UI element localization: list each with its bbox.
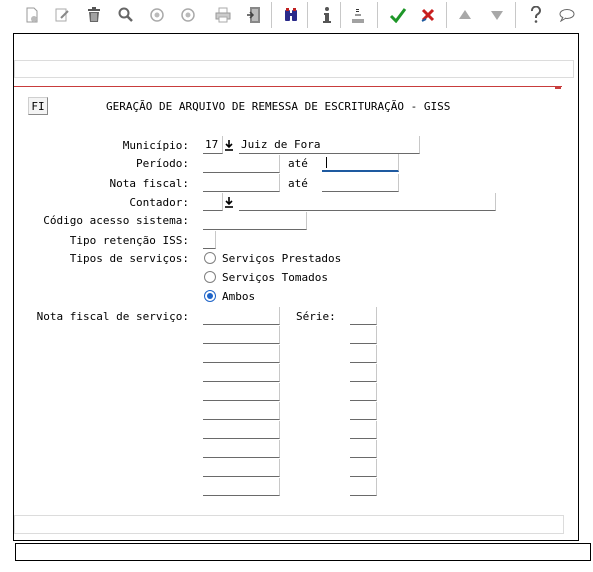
new-document-icon[interactable] [22, 5, 42, 25]
comment-bubble-icon[interactable] [557, 5, 577, 25]
status-bar [15, 543, 591, 561]
search-icon[interactable] [116, 5, 136, 25]
periodo-label: Período: [136, 157, 189, 170]
header-separator [14, 86, 562, 87]
serie-field[interactable] [350, 326, 377, 344]
previous-circle-icon[interactable] [147, 5, 167, 25]
exit-door-icon[interactable] [244, 5, 264, 25]
periodo-ate-label: até [288, 157, 308, 170]
contador-dropdown-icon[interactable] [224, 196, 234, 208]
serie-field[interactable] [350, 307, 377, 325]
serie-field[interactable] [350, 345, 377, 363]
bottom-bar [14, 515, 564, 534]
nota-fiscal-servico-field[interactable] [203, 478, 280, 496]
nota-fiscal-servico-field[interactable] [203, 440, 280, 458]
printer-icon[interactable] [213, 5, 233, 25]
nota-fiscal-from-field[interactable] [203, 174, 280, 192]
nota-fiscal-servico-field[interactable] [203, 307, 280, 325]
nota-fiscal-servico-field[interactable] [203, 402, 280, 420]
info-icon[interactable] [317, 5, 337, 25]
page-title: GERAÇÃO DE ARQUIVO DE REMESSA DE ESCRITU… [106, 100, 451, 113]
servicos-prestados-label: Serviços Prestados [222, 252, 342, 265]
municipio-label: Município: [122, 139, 189, 152]
toolbar-separator [446, 2, 447, 28]
tipos-servicos-label: Tipos de serviços: [69, 252, 189, 265]
municipio-dropdown-icon[interactable] [224, 139, 234, 151]
toolbar [0, 0, 593, 30]
toolbar-separator [377, 2, 378, 28]
toolbar-separator [307, 2, 308, 28]
radio-ambos[interactable] [204, 290, 216, 302]
serie-field[interactable] [350, 421, 377, 439]
nota-fiscal-servico-field[interactable] [203, 459, 280, 477]
codigo-acesso-field[interactable] [203, 212, 307, 230]
tipo-retencao-field[interactable] [203, 231, 216, 249]
edit-pencil-icon[interactable] [52, 5, 72, 25]
message-bar [14, 60, 574, 78]
down-arrow-icon[interactable] [487, 5, 507, 25]
contador-code-field[interactable] [203, 193, 223, 211]
serie-field[interactable] [350, 440, 377, 458]
serie-field[interactable] [350, 478, 377, 496]
contador-name-field[interactable] [239, 193, 496, 211]
nota-fiscal-servico-field[interactable] [203, 421, 280, 439]
serie-field[interactable] [350, 459, 377, 477]
municipio-name-field[interactable]: Juiz de Fora [239, 136, 420, 154]
nota-fiscal-servico-field[interactable] [203, 326, 280, 344]
confirm-check-icon[interactable] [388, 5, 408, 25]
serie-field[interactable] [350, 383, 377, 401]
radio-servicos-tomados[interactable] [204, 271, 216, 283]
periodo-to-field[interactable] [322, 154, 399, 172]
periodo-from-field[interactable] [203, 155, 280, 173]
nota-fiscal-to-field[interactable] [322, 174, 399, 192]
binoculars-icon[interactable] [281, 5, 301, 25]
nota-fiscal-ate-label: até [288, 177, 308, 190]
servicos-tomados-label: Serviços Tomados [222, 271, 328, 284]
toolbar-separator [515, 2, 516, 28]
nota-fiscal-label: Nota fiscal: [109, 177, 189, 190]
serie-label: Série: [296, 310, 336, 323]
nota-fiscal-servico-field[interactable] [203, 364, 280, 382]
municipio-code-field[interactable]: 17 [203, 136, 223, 154]
nota-fiscal-servico-field[interactable] [203, 383, 280, 401]
help-question-icon[interactable] [526, 5, 546, 25]
codigo-acesso-label: Código acesso sistema: [43, 214, 189, 227]
contador-label: Contador: [129, 196, 189, 209]
toolbar-separator [271, 2, 272, 28]
radio-servicos-prestados[interactable] [204, 252, 216, 264]
nota-fiscal-servico-label: Nota fiscal de serviço: [36, 310, 189, 323]
toolbar-separator [340, 2, 341, 28]
serie-field[interactable] [350, 364, 377, 382]
fi-button[interactable]: FI [28, 97, 48, 115]
header-separator-tick [555, 86, 561, 89]
trash-icon[interactable] [84, 5, 104, 25]
tipo-retencao-label: Tipo retenção ISS: [69, 234, 189, 247]
list-numbered-icon[interactable] [348, 5, 368, 25]
next-circle-icon[interactable] [178, 5, 198, 25]
nota-fiscal-servico-field[interactable] [203, 345, 280, 363]
cancel-x-icon[interactable] [418, 5, 438, 25]
ambos-label: Ambos [222, 290, 256, 303]
serie-field[interactable] [350, 402, 377, 420]
up-arrow-icon[interactable] [455, 5, 475, 25]
